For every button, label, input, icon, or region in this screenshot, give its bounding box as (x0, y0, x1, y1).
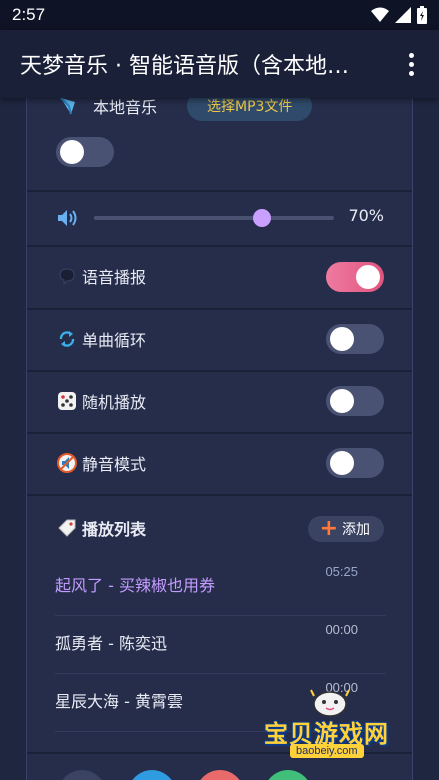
app-title: 天梦音乐 · 智能语音版（含本地… (20, 54, 349, 79)
voice-broadcast-toggle[interactable] (326, 262, 384, 292)
single-repeat-toggle[interactable] (326, 324, 384, 354)
setting-label-voice: 语音播报 (82, 268, 147, 287)
mute-speaker-icon (56, 452, 78, 474)
wifi-icon (371, 7, 389, 22)
setting-label-mute: 静音模式 (82, 455, 147, 474)
track-title: 起风了 - 买辣椒也用券 (55, 576, 215, 595)
toggle-knob (356, 265, 380, 289)
watermark-url: baobeiy.com (290, 744, 364, 758)
status-time: 2:57 (12, 5, 46, 24)
app-bar: 天梦音乐 · 智能语音版（含本地… (0, 30, 439, 98)
plus-icon: + (319, 516, 338, 541)
tag-icon (56, 517, 78, 539)
dice-icon (56, 390, 78, 412)
shuffle-toggle[interactable] (326, 386, 384, 416)
volume-slider-thumb[interactable] (253, 209, 271, 227)
more-options-icon[interactable] (401, 52, 421, 76)
signal-icon (395, 7, 411, 23)
settings-card: 本地音乐 选择MP3文件 70% 语音播报 单曲循环 随机播放 静音模式 播放列… (26, 80, 413, 780)
toggle-knob (330, 327, 354, 351)
watermark: 宝贝游戏网 baobeiy.com (260, 686, 410, 758)
add-track-label: 添加 (342, 522, 370, 538)
divider (27, 370, 412, 372)
status-bar: 2:57 (0, 0, 439, 30)
volume-value: 70% (348, 206, 384, 225)
local-music-toggle[interactable] (56, 137, 114, 167)
repeat-icon (56, 328, 78, 350)
divider (27, 494, 412, 496)
setting-label-shuffle: 随机播放 (82, 393, 147, 412)
setting-label-repeat: 单曲循环 (82, 331, 147, 350)
divider (27, 432, 412, 434)
battery-icon (417, 6, 427, 24)
playlist-track[interactable]: 起风了 - 买辣椒也用券 05:25 (55, 558, 386, 616)
track-title: 星辰大海 - 黄霄雲 (55, 692, 183, 711)
speech-bubble-icon (56, 265, 78, 287)
music-note-icon (57, 95, 79, 117)
track-duration: 00:00 (325, 622, 358, 637)
playlist-track[interactable]: 孤勇者 - 陈奕迅 00:00 (55, 616, 386, 674)
status-icons (371, 6, 427, 24)
divider (27, 245, 412, 247)
track-duration: 05:25 (325, 564, 358, 579)
add-track-button[interactable]: + 添加 (307, 516, 384, 542)
toggle-knob (330, 451, 354, 475)
track-title: 孤勇者 - 陈奕迅 (55, 634, 167, 653)
divider (27, 190, 412, 192)
volume-slider-fill (94, 216, 262, 220)
divider (27, 308, 412, 310)
volume-icon (56, 208, 80, 228)
toggle-knob (60, 140, 84, 164)
volume-slider[interactable] (94, 209, 334, 227)
playlist-title: 播放列表 (82, 520, 147, 539)
toggle-knob (330, 389, 354, 413)
mute-toggle[interactable] (326, 448, 384, 478)
